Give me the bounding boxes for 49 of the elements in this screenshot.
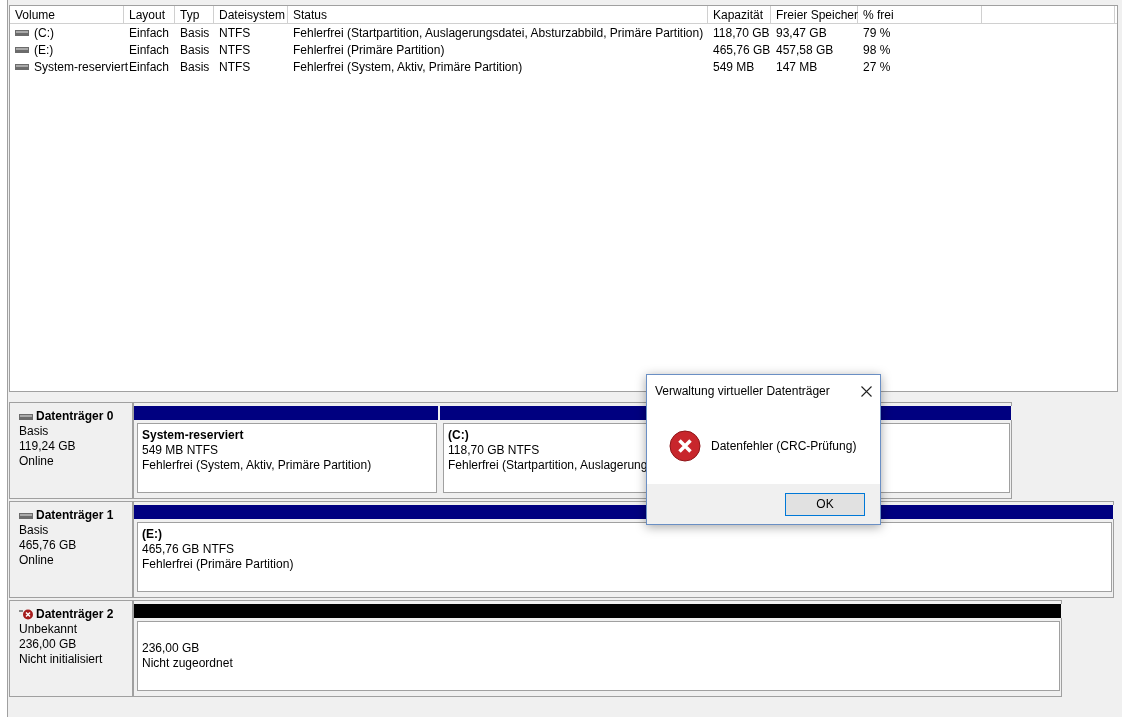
table-cell-text: 465,76 GB: [713, 41, 771, 59]
dialog-message: Datenfehler (CRC-Prüfung): [711, 437, 857, 455]
table-cell-text: 98 %: [863, 41, 891, 59]
table-cell-text: System-reserviert: [34, 58, 128, 76]
table-cell-text: Einfach: [129, 41, 170, 59]
partition-info: 236,00 GB: [142, 641, 200, 656]
partition-info: Fehlerfrei (Startpartition, Auslagerung: [448, 458, 648, 473]
table-cell-text: Basis: [180, 24, 210, 42]
table-cell-text: NTFS: [219, 41, 251, 59]
table-cell-text: 93,47 GB: [776, 24, 827, 42]
table-cell-text: (C:): [34, 24, 54, 42]
partition-info: Fehlerfrei (Primäre Partition): [142, 557, 294, 572]
partition-title: (E:): [142, 527, 162, 542]
disk-info: Basis: [19, 523, 50, 538]
table-cell-text: 147 MB: [776, 58, 818, 76]
disk-info: 119,24 GB: [19, 439, 77, 454]
table-cell-text: (E:): [34, 41, 54, 59]
disk-info: Basis: [19, 424, 50, 439]
partition-info: 118,70 GB NTFS: [448, 443, 540, 458]
table-cell-text: Fehlerfrei (Primäre Partition): [293, 41, 445, 59]
disk-name: Datenträger 2: [36, 607, 114, 622]
table-cell-text: 549 MB: [713, 58, 755, 76]
table-cell-text: 457,58 GB: [776, 41, 834, 59]
table-cell-text: 118,70 GB: [713, 24, 770, 42]
partition-title: System-reserviert: [142, 428, 244, 443]
disk-info: 236,00 GB: [19, 637, 78, 652]
table-cell-text: 79 %: [863, 24, 891, 42]
table-cell-text: Basis: [180, 41, 210, 59]
partition-title: (C:): [448, 428, 469, 443]
partition-info: Nicht zugeordnet: [142, 656, 233, 671]
disk-info: Online: [19, 553, 55, 568]
table-cell-text: Fehlerfrei (Startpartition, Auslagerungsdatei, Absturzabbild, Primäre Partition): [293, 24, 704, 42]
disk-info: Online: [19, 454, 55, 469]
table-cell-text: Einfach: [129, 24, 170, 42]
table-cell-text: 27 %: [863, 58, 891, 76]
disk-name: Datenträger 1: [36, 508, 114, 523]
table-cell-text: Einfach: [129, 58, 170, 76]
disk-info: Unbekannt: [19, 622, 79, 637]
partition-info: 549 MB NTFS: [142, 443, 219, 458]
table-cell-text: NTFS: [219, 58, 251, 76]
partition-info: 465,76 GB NTFS: [142, 542, 235, 557]
partition-info: Fehlerfrei (System, Aktiv, Primäre Partition): [142, 458, 372, 473]
table-cell-text: Basis: [180, 58, 210, 76]
table-cell-text: Fehlerfrei (System, Aktiv, Primäre Partition): [293, 58, 523, 76]
disk-info: 465,76 GB: [19, 538, 78, 553]
table-cell-text: NTFS: [219, 24, 251, 42]
disk-info: Nicht initialisiert: [19, 652, 104, 667]
dialog-title: Verwaltung virtueller Datenträger: [655, 383, 830, 400]
disk-name: Datenträger 0: [36, 409, 114, 424]
